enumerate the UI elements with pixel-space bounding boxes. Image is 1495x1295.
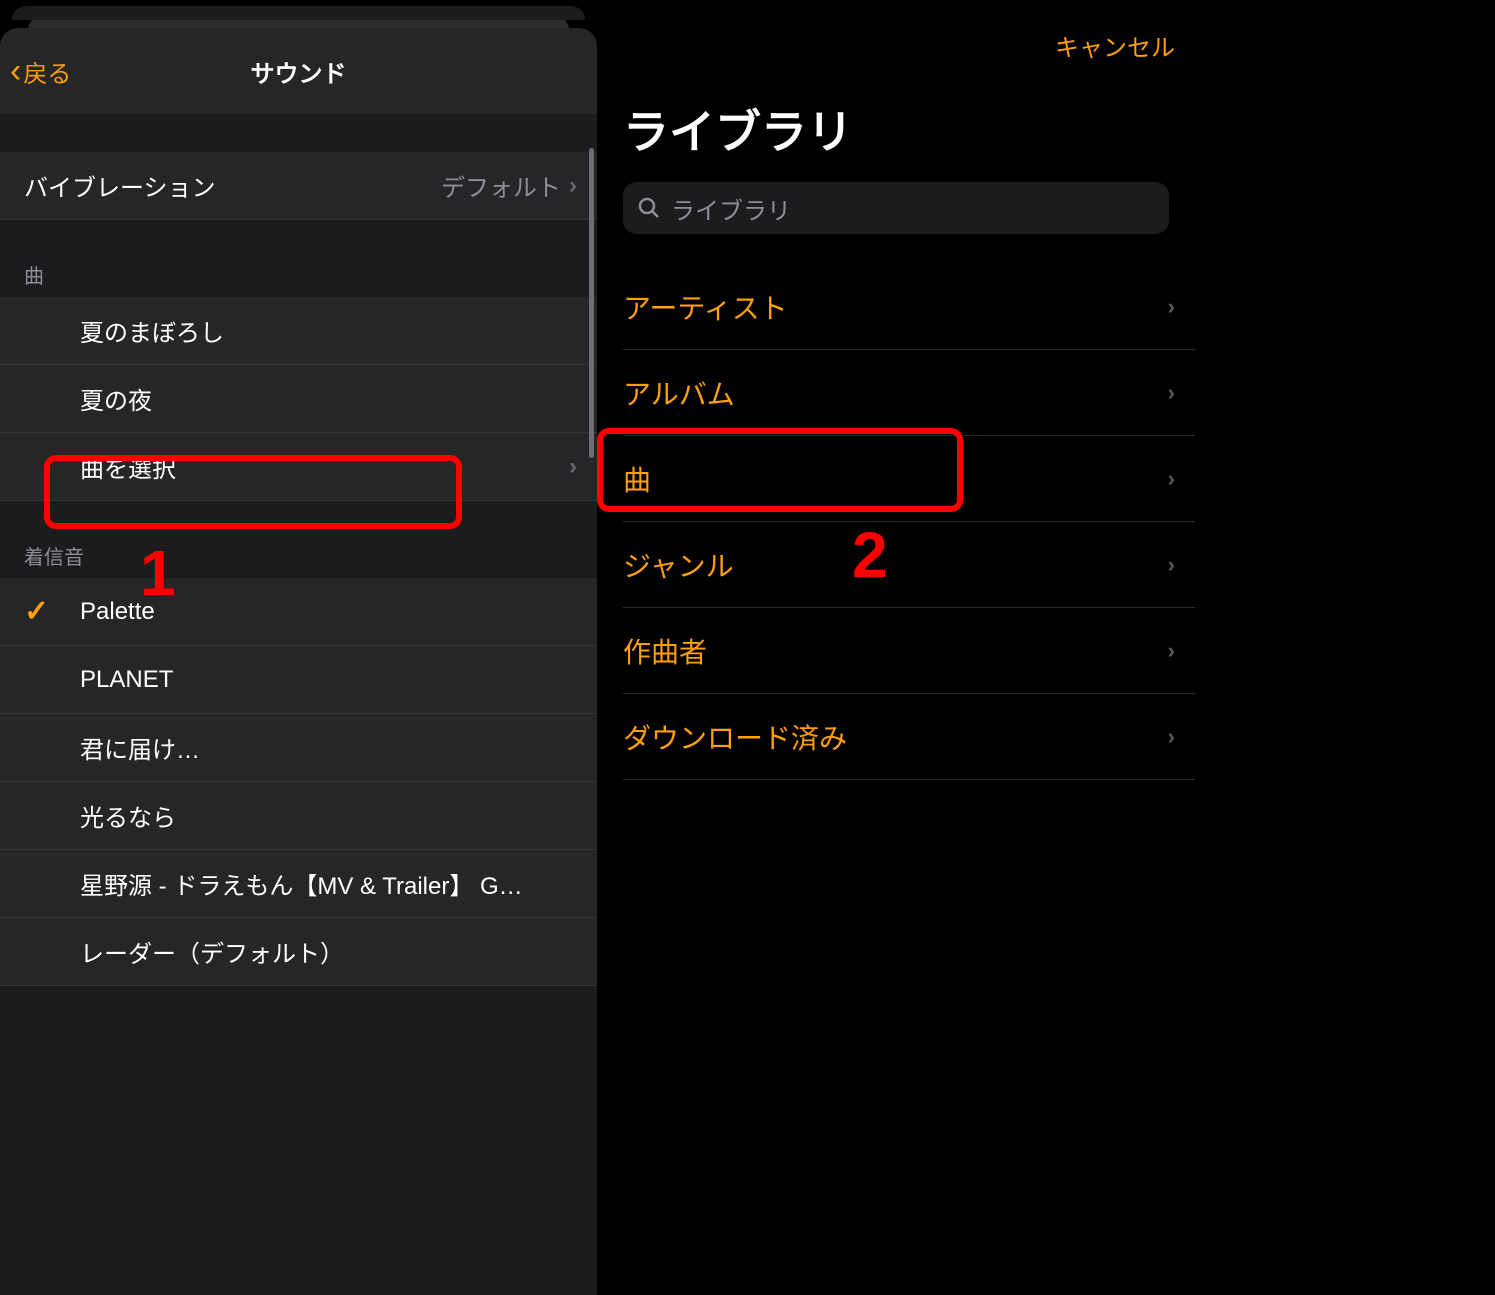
ringtone-item[interactable]: ✓ Palette — [0, 578, 597, 646]
ringtone-item[interactable]: レーダー（デフォルト） — [0, 918, 597, 986]
songs-section-header: 曲 — [0, 220, 597, 297]
back-label: 戻る — [23, 54, 71, 89]
row-label: PLANET — [80, 666, 577, 694]
library-row-albums[interactable]: アルバム › — [623, 350, 1195, 436]
row-label: アーティスト — [623, 287, 1168, 327]
ringtone-item[interactable]: PLANET — [0, 646, 597, 714]
row-label: 夏の夜 — [80, 381, 577, 416]
scroll-thumb[interactable] — [589, 148, 594, 458]
modal-stack-layer — [12, 6, 585, 20]
library-row-composers[interactable]: 作曲者 › — [623, 608, 1195, 694]
ringtone-item[interactable]: 星野源 - ドラえもん【MV & Trailer】 G… — [0, 850, 597, 918]
row-label: レーダー（デフォルト） — [80, 934, 577, 969]
sound-modal: ‹ 戻る サウンド バイブレーション デフォルト › 曲 夏のまぼろし 夏の夜 … — [0, 28, 597, 1295]
row-label: 君に届け… — [80, 730, 577, 765]
vibration-row[interactable]: バイブレーション デフォルト › — [0, 152, 597, 220]
chevron-right-icon: › — [1168, 638, 1175, 664]
annotation-number-2: 2 — [852, 518, 888, 592]
row-label: 曲を選択 — [80, 449, 569, 484]
chevron-right-icon: › — [1168, 552, 1175, 578]
row-label: ジャンル — [623, 545, 1168, 585]
library-row-genres[interactable]: ジャンル › — [623, 522, 1195, 608]
back-button[interactable]: ‹ 戻る — [10, 54, 71, 89]
song-item[interactable]: 夏のまぼろし — [0, 297, 597, 365]
section-header-label: 曲 — [24, 260, 573, 289]
annotation-number-1: 1 — [140, 536, 176, 610]
row-label: バイブレーション — [24, 168, 441, 203]
search-icon — [637, 196, 661, 220]
scroll-track — [589, 148, 594, 1295]
choose-song-row[interactable]: 曲を選択 › — [0, 433, 597, 501]
row-label: 光るなら — [80, 798, 577, 833]
row-label: ダウンロード済み — [623, 717, 1168, 757]
song-item[interactable]: 夏の夜 — [0, 365, 597, 433]
ringtone-item[interactable]: 光るなら — [0, 782, 597, 850]
ringtones-section-header: 着信音 — [0, 501, 597, 578]
chevron-right-icon: › — [1168, 380, 1175, 406]
search-placeholder: ライブラリ — [671, 191, 791, 226]
ringtone-item[interactable]: 君に届け… — [0, 714, 597, 782]
chevron-right-icon: › — [1168, 466, 1175, 492]
nav-header: ‹ 戻る サウンド — [0, 28, 597, 114]
library-row-songs[interactable]: 曲 › — [623, 436, 1195, 522]
chevron-right-icon: › — [569, 172, 577, 200]
chevron-left-icon: ‹ — [10, 54, 21, 88]
chevron-right-icon: › — [569, 453, 577, 481]
row-label: 夏のまぼろし — [80, 313, 577, 348]
row-value: デフォルト — [441, 168, 561, 203]
chevron-right-icon: › — [1168, 294, 1175, 320]
library-row-downloaded[interactable]: ダウンロード済み › — [623, 694, 1195, 780]
section-gap — [0, 114, 597, 152]
row-label: 星野源 - ドラえもん【MV & Trailer】 G… — [80, 866, 577, 901]
library-panel: キャンセル ライブラリ ライブラリ アーティスト › アルバム › 曲 › ジャ… — [597, 0, 1195, 1295]
search-input[interactable]: ライブラリ — [623, 182, 1169, 234]
checkmark-icon: ✓ — [24, 594, 80, 629]
section-header-label: 着信音 — [24, 541, 573, 570]
sound-settings-panel: ‹ 戻る サウンド バイブレーション デフォルト › 曲 夏のまぼろし 夏の夜 … — [0, 0, 597, 1295]
row-label: アルバム — [623, 373, 1168, 413]
chevron-right-icon: › — [1168, 724, 1175, 750]
cancel-button[interactable]: キャンセル — [1055, 28, 1175, 63]
row-label: 作曲者 — [623, 631, 1168, 671]
library-list: アーティスト › アルバム › 曲 › ジャンル › 作曲者 › ダウンロード済… — [597, 264, 1195, 780]
library-row-artists[interactable]: アーティスト › — [623, 264, 1195, 350]
page-title: サウンド — [251, 54, 347, 89]
row-label: 曲 — [623, 459, 1168, 499]
